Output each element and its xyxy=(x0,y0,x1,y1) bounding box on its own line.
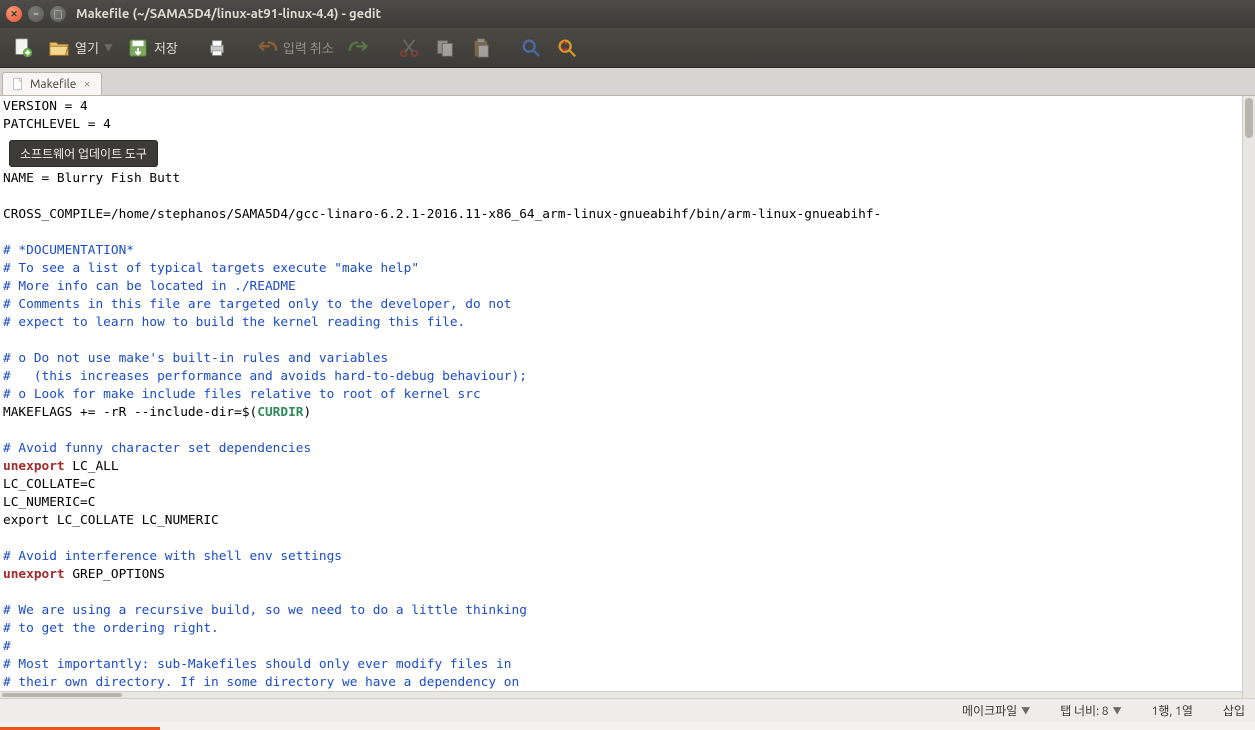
code-comment: # to get the ordering right. xyxy=(3,621,219,636)
code-comment: # Avoid funny character set dependencies xyxy=(3,441,311,456)
code-comment: # expect to learn how to build the kerne… xyxy=(3,315,465,330)
code-line: export LC_COLLATE LC_NUMERIC xyxy=(3,513,219,528)
tab-makefile[interactable]: Makefile × xyxy=(2,72,102,95)
new-file-icon xyxy=(12,37,34,59)
search-icon xyxy=(520,37,542,59)
file-icon xyxy=(11,77,25,91)
save-label: 저장 xyxy=(154,38,178,57)
code-line: LC_ALL xyxy=(65,459,119,474)
open-folder-icon xyxy=(48,37,70,59)
print-icon xyxy=(206,37,228,59)
tabwidth-label: 탭 너비: 8 xyxy=(1060,702,1108,719)
filetype-label: 메이크파일 xyxy=(962,702,1017,719)
undo-icon xyxy=(256,37,278,59)
horizontal-scrollbar[interactable] xyxy=(0,691,1242,698)
open-dropdown-arrow[interactable]: ▼ xyxy=(104,41,113,54)
tab-close-button[interactable]: × xyxy=(81,77,92,91)
undo-label: 입력 취소 xyxy=(283,38,334,57)
code-comment: # We are using a recursive build, so we … xyxy=(3,603,527,618)
minimize-window-button[interactable]: – xyxy=(28,6,44,22)
cut-icon xyxy=(398,37,420,59)
code-comment: # Avoid interference with shell env sett… xyxy=(3,549,342,564)
main-toolbar: 열기 ▼ 저장 입력 취소 xyxy=(0,28,1255,68)
code-comment: # their own directory. If in some direct… xyxy=(3,675,519,690)
vertical-scrollbar[interactable] xyxy=(1242,96,1255,698)
find-replace-button[interactable] xyxy=(550,34,584,62)
tooltip-text: 소프트웨어 업데이트 도구 xyxy=(20,148,147,161)
code-line: LC_NUMERIC=C xyxy=(3,495,95,510)
code-comment: # To see a list of typical targets execu… xyxy=(3,261,419,276)
code-comment: # (this increases performance and avoids… xyxy=(3,369,527,384)
window-title: Makefile (~/SAMA5D4/linux-at91-linux-4.4… xyxy=(76,7,381,21)
code-line: NAME = Blurry Fish Butt xyxy=(3,171,180,186)
copy-button[interactable] xyxy=(428,34,462,62)
new-file-button[interactable] xyxy=(6,34,40,62)
paste-button[interactable] xyxy=(464,34,498,62)
tab-filename: Makefile xyxy=(30,78,76,91)
tabwidth-selector[interactable]: 탭 너비: 8 ▼ xyxy=(1060,702,1121,719)
code-comment: # o Look for make include files relative… xyxy=(3,387,481,402)
print-button[interactable] xyxy=(200,34,234,62)
code-line: LC_COLLATE=C xyxy=(3,477,95,492)
copy-icon xyxy=(434,37,456,59)
find-replace-icon xyxy=(556,37,578,59)
editor-area: VERSION = 4 PATCHLEVEL = 4 NAME = Blurry… xyxy=(0,96,1255,698)
text-editor[interactable]: VERSION = 4 PATCHLEVEL = 4 NAME = Blurry… xyxy=(0,96,1255,698)
chevron-down-icon: ▼ xyxy=(1113,704,1122,717)
software-update-tooltip: 소프트웨어 업데이트 도구 xyxy=(9,140,158,167)
redo-icon xyxy=(348,37,370,59)
save-file-button[interactable]: 저장 xyxy=(121,34,184,62)
save-icon xyxy=(127,37,149,59)
code-keyword: unexport xyxy=(3,459,65,474)
code-line: ) xyxy=(303,405,311,420)
code-var: CURDIR xyxy=(257,405,303,420)
code-line: MAKEFLAGS += -rR --include-dir=$( xyxy=(3,405,257,420)
code-comment: # xyxy=(3,639,11,654)
paste-icon xyxy=(470,37,492,59)
cut-button[interactable] xyxy=(392,34,426,62)
horizontal-scroll-thumb[interactable] xyxy=(2,693,122,697)
maximize-window-button[interactable]: □ xyxy=(50,6,66,22)
window-titlebar: ✕ – □ Makefile (~/SAMA5D4/linux-at91-lin… xyxy=(0,0,1255,28)
open-label: 열기 xyxy=(75,38,99,57)
code-line: VERSION = 4 xyxy=(3,99,88,114)
cursor-position: 1행, 1열 xyxy=(1152,702,1193,719)
filetype-selector[interactable]: 메이크파일 ▼ xyxy=(962,702,1030,719)
document-tabbar: Makefile × xyxy=(0,68,1255,96)
code-line: CROSS_COMPILE=/home/stephanos/SAMA5D4/gc… xyxy=(3,207,881,222)
vertical-scroll-thumb[interactable] xyxy=(1245,98,1253,138)
code-line: PATCHLEVEL = 4 xyxy=(3,117,111,132)
code-line: GREP_OPTIONS xyxy=(65,567,165,582)
insert-mode-indicator[interactable]: 삽입 xyxy=(1223,702,1245,719)
code-comment: # *DOCUMENTATION* xyxy=(3,243,134,258)
undo-button[interactable]: 입력 취소 xyxy=(250,34,340,62)
statusbar: 메이크파일 ▼ 탭 너비: 8 ▼ 1행, 1열 삽입 xyxy=(0,698,1255,722)
code-keyword: unexport xyxy=(3,567,65,582)
insert-mode-label: 삽입 xyxy=(1223,702,1245,719)
open-file-button[interactable]: 열기 ▼ xyxy=(42,34,119,62)
position-label: 1행, 1열 xyxy=(1152,702,1193,719)
close-window-button[interactable]: ✕ xyxy=(6,6,22,22)
code-comment: # Most importantly: sub-Makefiles should… xyxy=(3,657,512,672)
find-button[interactable] xyxy=(514,34,548,62)
redo-button[interactable] xyxy=(342,34,376,62)
window-controls: ✕ – □ xyxy=(6,6,66,22)
code-comment: # o Do not use make's built-in rules and… xyxy=(3,351,388,366)
chevron-down-icon: ▼ xyxy=(1021,704,1030,717)
code-comment: # More info can be located in ./README xyxy=(3,279,296,294)
code-comment: # Comments in this file are targeted onl… xyxy=(3,297,512,312)
